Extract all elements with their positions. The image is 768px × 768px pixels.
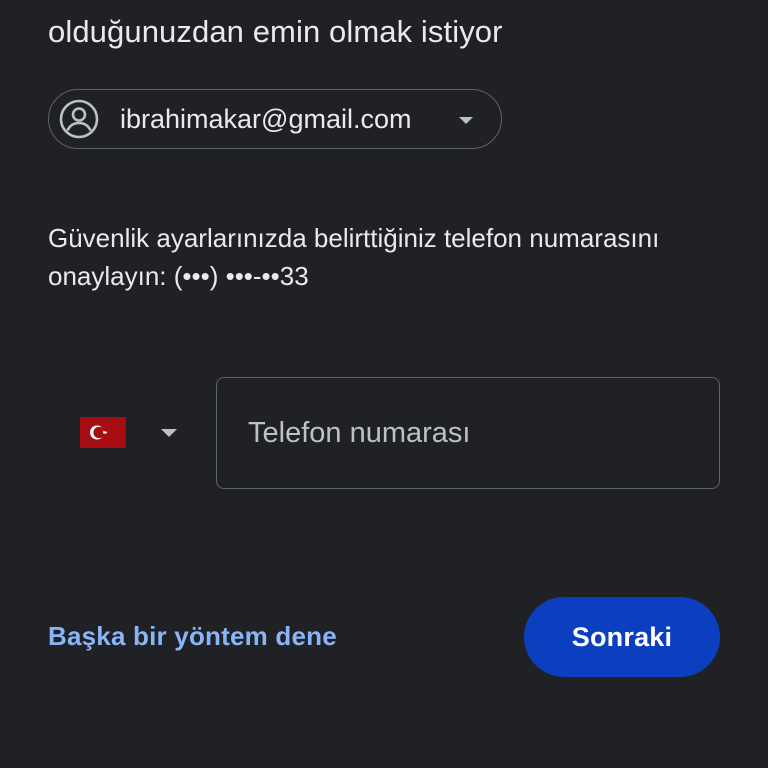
verification-instructions: Güvenlik ayarlarınızda belirttiğiniz tel… <box>48 219 738 295</box>
arrow-drop-down-icon <box>161 429 177 437</box>
account-email: ibrahimakar@gmail.com <box>120 104 412 134</box>
arrow-drop-down-icon <box>459 117 473 124</box>
country-code-selector[interactable] <box>68 400 198 464</box>
phone-number-field[interactable] <box>216 377 720 489</box>
next-button[interactable]: Sonraki <box>524 597 720 677</box>
try-another-method-link[interactable]: Başka bir yöntem dene <box>48 618 337 654</box>
page-heading: olduğunuzdan emin olmak istiyor <box>48 14 503 49</box>
verification-page: olduğunuzdan emin olmak istiyor ibrahima… <box>0 0 768 768</box>
instruction-line-1: Güvenlik ayarlarınızda belirttiğiniz tel… <box>48 223 660 253</box>
account-circle-icon <box>59 99 99 139</box>
turkey-flag-icon <box>80 417 126 448</box>
account-chip[interactable]: ibrahimakar@gmail.com <box>48 89 502 149</box>
phone-number-input[interactable] <box>217 378 719 488</box>
instruction-line-2: onaylayın: (•••) •••-••33 <box>48 261 309 291</box>
